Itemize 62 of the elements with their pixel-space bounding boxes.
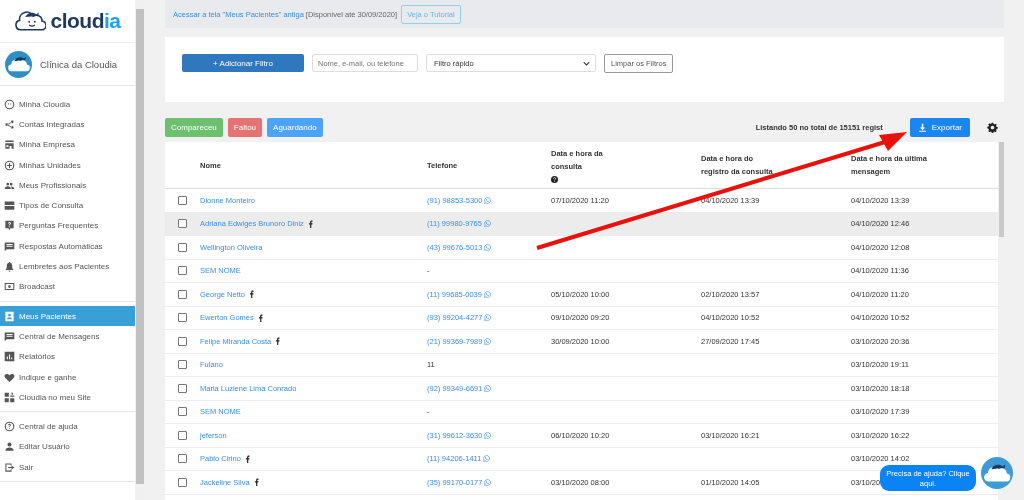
sidebar-item[interactable]: Sair	[0, 457, 135, 478]
cloud-face-logo-icon	[14, 9, 47, 33]
sidebar-item[interactable]: Indique e ganhe	[0, 366, 135, 388]
bell-icon	[4, 261, 15, 272]
sidebar-item[interactable]: Respostas Automáticas	[0, 236, 135, 257]
logo-text: cloudia	[50, 9, 121, 33]
row-checkbox[interactable]	[178, 195, 187, 205]
sidebar-item[interactable]: Lembretes aos Pacientes	[0, 256, 135, 277]
status-filter-button[interactable]: Compareceu	[165, 118, 223, 137]
share-icon	[4, 118, 15, 130]
sidebar-item[interactable]: Relatórios	[0, 346, 135, 367]
row-checkbox[interactable]	[178, 313, 187, 323]
chat-avatar-icon[interactable]	[981, 457, 1013, 489]
chevron-icon	[583, 60, 590, 66]
row-checkbox[interactable]	[178, 430, 187, 440]
sidebar-item[interactable]: Central de Mensagens	[0, 326, 135, 347]
row-checkbox[interactable]	[178, 336, 187, 346]
sidebar-item[interactable]: Minhas Unidades	[0, 154, 135, 176]
sidebar-item[interactable]: Meus Pacientes	[0, 305, 135, 327]
help-icon	[4, 421, 15, 433]
status-filter-button[interactable]: Aguardando	[267, 118, 323, 137]
contact-icon	[4, 310, 15, 322]
row-checkbox[interactable]	[178, 289, 187, 299]
question-icon	[4, 220, 15, 232]
logout-icon	[4, 461, 15, 473]
settings-icon[interactable]	[987, 122, 998, 133]
store-icon	[4, 139, 15, 151]
heart-icon	[4, 371, 15, 383]
avatar-icon	[5, 50, 32, 78]
sidebar-item[interactable]: Minha Cloudia	[0, 94, 135, 115]
face-icon	[4, 98, 15, 110]
download-icon	[917, 123, 927, 132]
row-checkbox[interactable]	[178, 360, 187, 370]
chat-icon	[4, 330, 15, 342]
sidebar-item[interactable]: Editar Usuário	[0, 436, 135, 458]
row-checkbox[interactable]	[178, 242, 187, 252]
row-checkbox[interactable]	[178, 266, 187, 276]
scrollbar-thumb[interactable]	[999, 142, 1004, 237]
chat-icon	[4, 240, 15, 252]
export-button[interactable]: Exportar	[909, 118, 970, 137]
row-checkbox[interactable]	[178, 383, 187, 393]
grid-icon	[4, 391, 15, 403]
row-checkbox[interactable]	[178, 407, 187, 417]
row-checkbox[interactable]	[178, 454, 187, 464]
row-checkbox[interactable]	[178, 219, 187, 229]
sidebar-item[interactable]: Minha Empresa	[0, 134, 135, 155]
sidebar-item[interactable]: Central de ajuda	[0, 416, 135, 437]
bars-icon	[4, 200, 15, 212]
sidebar-item[interactable]: Tipos de Consulta	[0, 195, 135, 216]
add-filter-button[interactable]: + Adicionar Filtro	[182, 54, 304, 72]
clinic-name: Clínica da Cloudia	[40, 58, 118, 70]
sidebar-item[interactable]: Perguntas Frequentes	[0, 215, 135, 237]
row-checkbox[interactable]	[178, 477, 187, 487]
bar-chart-icon	[4, 351, 15, 363]
broadcast-icon	[4, 281, 15, 293]
sidebar-item[interactable]: Broadcast	[0, 276, 135, 297]
sidebar-item[interactable]: Contas Integradas	[0, 114, 135, 135]
sidebar-item[interactable]: Cloudia no meu Site	[0, 387, 135, 408]
sidebar-item[interactable]: Meus Profissionais	[0, 175, 135, 196]
user-icon	[4, 441, 15, 453]
status-filter-button[interactable]: Faltou	[227, 118, 263, 137]
help-icon	[551, 176, 558, 183]
